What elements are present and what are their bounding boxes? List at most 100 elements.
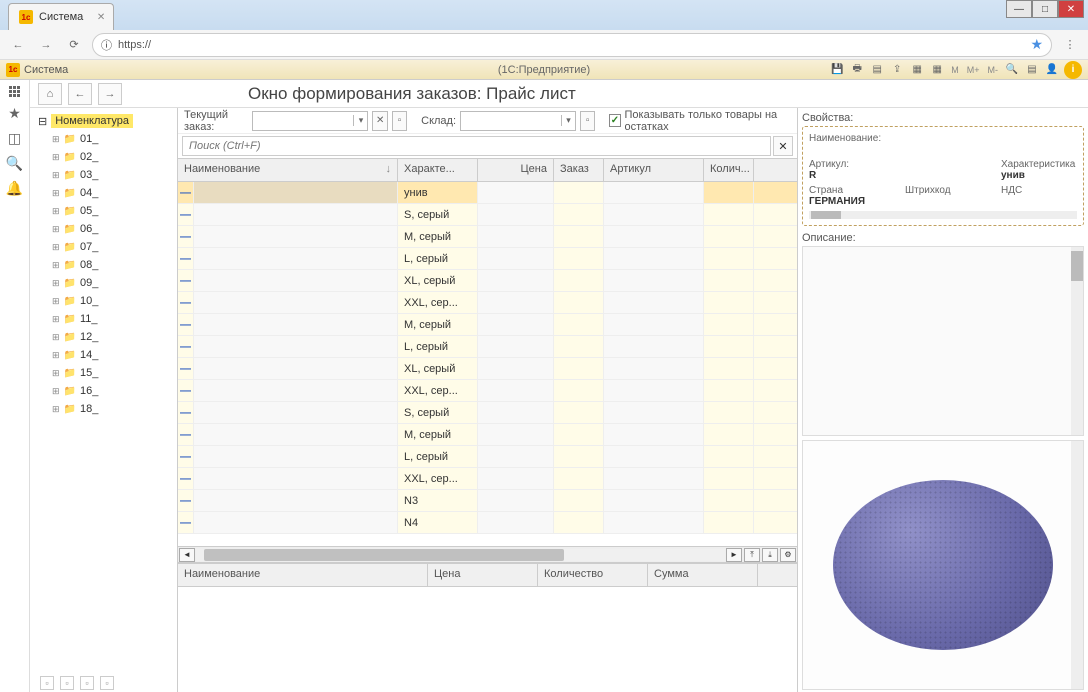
save-icon[interactable]: 💾 [829,62,845,78]
collapse-icon[interactable]: ⊟ [38,115,47,128]
expand-icon[interactable]: ⊞ [52,278,60,289]
cell-order[interactable] [554,446,604,467]
export-icon[interactable]: ⇪ [889,62,905,78]
col-qty[interactable]: Колич... [704,159,754,181]
nav-back-button[interactable]: ← [68,83,92,105]
col-price[interactable]: Цена [478,159,554,181]
table-row[interactable]: —N4 [178,512,797,534]
expand-icon[interactable]: ⊞ [52,188,60,199]
footer-icon-2[interactable]: ▫ [60,676,74,690]
grid-settings-icon[interactable]: ⚙ [780,548,796,562]
forward-button[interactable]: → [36,35,56,55]
cell-order[interactable] [554,468,604,489]
table-row[interactable]: —M, серый [178,314,797,336]
tree-item[interactable]: ⊞📁10_ [34,292,173,310]
table-row[interactable]: —XXL, сер... [178,292,797,314]
table-row[interactable]: —M, серый [178,424,797,446]
table-row[interactable]: —L, серый [178,248,797,270]
doc-icon[interactable]: ▤ [869,62,885,78]
search-input[interactable] [182,136,771,156]
tree-item[interactable]: ⊞📁08_ [34,256,173,274]
stock-only-checkbox[interactable]: ✓ [609,114,620,127]
footer-icon-3[interactable]: ▫ [80,676,94,690]
tree-root[interactable]: ⊟ Номенклатура [34,112,173,130]
footer-icon-4[interactable]: ▫ [100,676,114,690]
expand-icon[interactable]: ⊞ [52,224,60,235]
cell-order[interactable] [554,490,604,511]
cell-order[interactable] [554,358,604,379]
clip-icon[interactable]: ◫ [8,130,21,147]
expand-icon[interactable]: ⊞ [52,314,60,325]
cell-order[interactable] [554,270,604,291]
expand-icon[interactable]: ⊞ [52,260,60,271]
tree-item[interactable]: ⊞📁01_ [34,130,173,148]
tree-item[interactable]: ⊞📁06_ [34,220,173,238]
col-name[interactable]: Наименование ↓ [178,159,398,181]
order-pick-button[interactable]: ▫ [392,111,407,131]
browser-tab[interactable]: 1c Система ✕ [8,3,114,30]
list-icon[interactable]: ▤ [1024,62,1040,78]
props-hscroll[interactable] [809,211,1077,219]
scale-mminus[interactable]: M- [986,62,1001,78]
tree-item[interactable]: ⊞📁09_ [34,274,173,292]
tree-item[interactable]: ⊞📁11_ [34,310,173,328]
back-button[interactable]: ← [8,35,28,55]
url-box[interactable]: ⓘ ★ [92,33,1052,57]
table-row[interactable]: —унив [178,182,797,204]
cell-order[interactable] [554,336,604,357]
table-row[interactable]: —N3 [178,490,797,512]
print-icon[interactable]: 🖶 [849,62,865,78]
expand-icon[interactable]: ⊞ [52,134,60,145]
user-icon[interactable]: 👤 [1044,62,1060,78]
window-close[interactable]: ✕ [1058,0,1084,18]
scale-mplus[interactable]: M+ [965,62,982,78]
cell-order[interactable] [554,248,604,269]
table-row[interactable]: —XL, серый [178,358,797,380]
table-row[interactable]: —S, серый [178,402,797,424]
col-order[interactable]: Заказ [554,159,604,181]
cell-order[interactable] [554,204,604,225]
lower-col-sum[interactable]: Сумма [648,564,758,586]
window-minimize[interactable]: — [1006,0,1032,18]
reload-button[interactable]: ⟳ [64,35,84,55]
img-vscroll[interactable] [1071,441,1083,689]
order-clear-button[interactable]: ✕ [372,111,387,131]
expand-icon[interactable]: ⊞ [52,350,60,361]
apps-icon[interactable] [9,86,20,97]
scroll-right-icon[interactable]: ► [726,548,742,562]
calendar-icon[interactable]: ▦ [909,62,925,78]
table-row[interactable]: —L, серый [178,446,797,468]
cell-order[interactable] [554,380,604,401]
table-row[interactable]: —S, серый [178,204,797,226]
tree-item[interactable]: ⊞📁15_ [34,364,173,382]
url-input[interactable] [118,39,1024,51]
cell-order[interactable] [554,314,604,335]
favorite-icon[interactable]: ★ [8,105,21,122]
grid-scrollbar[interactable]: ◄ ► ⤒ ⤓ ⚙ [178,546,797,562]
grid-bottom-icon[interactable]: ⤓ [762,548,778,562]
cell-order[interactable] [554,182,604,203]
lower-col-price[interactable]: Цена [428,564,538,586]
desc-vscroll[interactable] [1071,247,1083,435]
table-row[interactable]: —XXL, сер... [178,468,797,490]
tree-item[interactable]: ⊞📁05_ [34,202,173,220]
warehouse-pick-button[interactable]: ▫ [580,111,595,131]
lower-col-name[interactable]: Наименование [178,564,428,586]
nav-fwd-button[interactable]: → [98,83,122,105]
zoom-icon[interactable]: 🔍 [1004,62,1020,78]
scroll-left-icon[interactable]: ◄ [179,548,195,562]
tree-item[interactable]: ⊞📁02_ [34,148,173,166]
expand-icon[interactable]: ⊞ [52,296,60,307]
bell-icon[interactable]: 🔔 [6,180,23,197]
search-rail-icon[interactable]: 🔍 [6,155,23,172]
tree-item[interactable]: ⊞📁07_ [34,238,173,256]
cell-order[interactable] [554,402,604,423]
lower-col-qty[interactable]: Количество [538,564,648,586]
expand-icon[interactable]: ⊞ [52,170,60,181]
grid-body[interactable]: —унив—S, серый—M, серый—L, серый—XL, сер… [178,182,797,546]
footer-icon-1[interactable]: ▫ [40,676,54,690]
expand-icon[interactable]: ⊞ [52,152,60,163]
expand-icon[interactable]: ⊞ [52,404,60,415]
grid-top-icon[interactable]: ⤒ [744,548,760,562]
table-row[interactable]: —M, серый [178,226,797,248]
